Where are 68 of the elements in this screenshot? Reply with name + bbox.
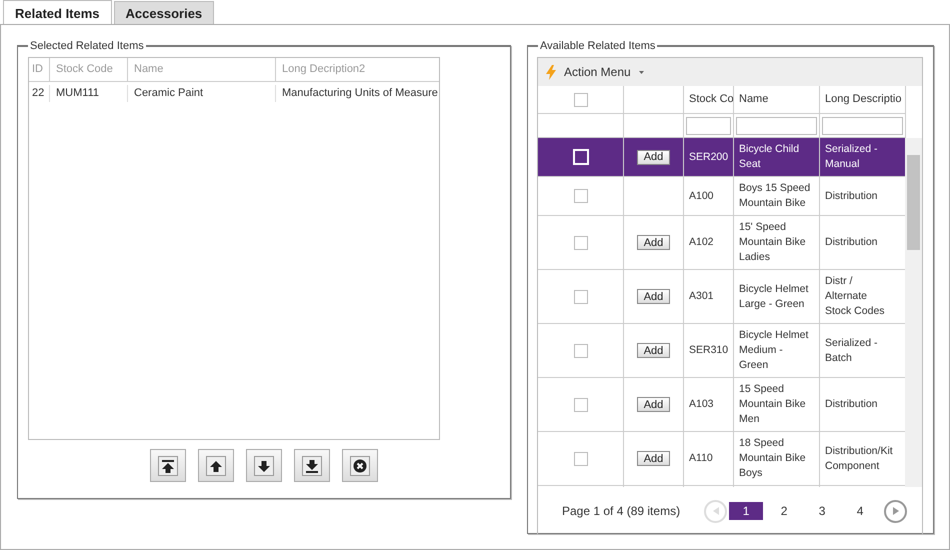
page-button[interactable]: 2 <box>767 502 802 520</box>
add-button[interactable]: Add <box>636 343 670 358</box>
add-button[interactable]: Add <box>636 451 670 466</box>
move-to-bottom-icon <box>302 456 322 476</box>
move-down-button[interactable] <box>246 449 282 482</box>
add-button[interactable]: Add <box>636 235 670 250</box>
caret-icon <box>638 70 644 74</box>
remove-icon <box>350 456 370 476</box>
table-cell: MUM111 <box>50 85 128 102</box>
table-cell: SER310 <box>684 324 734 378</box>
remove-button[interactable] <box>342 449 378 482</box>
move-up-icon <box>206 456 226 476</box>
table-cell: A110 <box>684 432 734 486</box>
table-cell: SER200 <box>684 138 734 177</box>
checkbox[interactable] <box>574 344 588 358</box>
checkbox[interactable] <box>574 398 588 412</box>
checkbox[interactable] <box>574 189 588 203</box>
table-row[interactable]: A100 Boys 15 Speed Mountain Bike Distribution <box>538 177 906 216</box>
table-row[interactable]: Add A103 15 Speed Mountain Bike Men Distribution <box>538 378 906 432</box>
move-up-button[interactable] <box>198 449 234 482</box>
action-menu-button[interactable]: Action Menu <box>546 64 644 80</box>
page-button[interactable]: 1 <box>729 502 764 520</box>
add-button[interactable]: Add <box>636 397 670 412</box>
table-cell-text: Manufacturing Units of Measure <box>281 86 439 101</box>
column-header[interactable]: Name <box>734 86 820 114</box>
table-cell: A102 <box>684 216 734 270</box>
filter-field[interactable] <box>822 116 903 134</box>
filter-field[interactable] <box>736 116 817 134</box>
lightning-icon <box>546 64 556 80</box>
left-arrow-icon <box>712 507 719 515</box>
checkbox[interactable] <box>574 236 588 250</box>
move-to-top-icon <box>158 456 178 476</box>
table-cell: Bicycle Helmet Medium - Green <box>734 324 820 378</box>
scrollbar[interactable] <box>905 138 922 487</box>
tab[interactable]: Related Items <box>3 0 112 25</box>
next-page-button[interactable] <box>884 500 908 522</box>
page-summary: Page 1 of 4 (89 items) <box>562 504 680 518</box>
table-cell: A103 <box>684 378 734 432</box>
move-down-icon <box>254 456 274 476</box>
tab[interactable]: Accessories <box>114 1 214 24</box>
column-header[interactable]: Long Descriptio <box>820 86 906 114</box>
move-to-bottom-button[interactable] <box>294 449 330 482</box>
table-cell: 22 <box>29 85 50 102</box>
table-cell: A100 <box>684 177 734 216</box>
table-cell: A301 <box>684 270 734 324</box>
move-to-top-button[interactable] <box>150 449 186 482</box>
column-header[interactable]: Stock Co <box>684 86 734 114</box>
page-button[interactable]: 4 <box>843 502 878 520</box>
checkbox[interactable] <box>574 290 588 304</box>
table-cell: Ceramic Paint <box>128 85 276 102</box>
table-cell: Bicycle Helmet Large - Green <box>734 270 820 324</box>
checkbox[interactable] <box>574 92 588 106</box>
table-cell: 15 Speed Mountain Bike Men <box>734 378 820 432</box>
table-row[interactable]: Add SER310 Bicycle Helmet Medium - Green Serialized - Batch <box>538 324 906 378</box>
page-button[interactable]: 3 <box>805 502 840 520</box>
checkbox[interactable] <box>574 452 588 466</box>
filter-field[interactable] <box>686 116 731 134</box>
table-row[interactable]: Add A301 Bicycle Helmet Large - Green Distr / Alternate Stock Codes <box>538 270 906 324</box>
add-button[interactable]: Add <box>636 150 670 164</box>
table-cell: 18 Speed Mountain Bike Boys <box>734 432 820 486</box>
right-arrow-icon <box>892 507 899 515</box>
table-row[interactable]: Add A110 18 Speed Mountain Bike Boys Distribution/Kit Component <box>538 432 906 486</box>
table-row[interactable]: Add A102 15' Speed Mountain Bike Ladies Distribution <box>538 216 906 270</box>
table-row[interactable]: Add SER200 Bicycle Child Seat Serialized - Manual <box>538 138 906 177</box>
table-cell: 15' Speed Mountain Bike Ladies <box>734 216 820 270</box>
add-button[interactable]: Add <box>636 289 670 304</box>
table-cell: Bicycle Child Seat <box>734 138 820 177</box>
table-cell: Boys 15 Speed Mountain Bike <box>734 177 820 216</box>
